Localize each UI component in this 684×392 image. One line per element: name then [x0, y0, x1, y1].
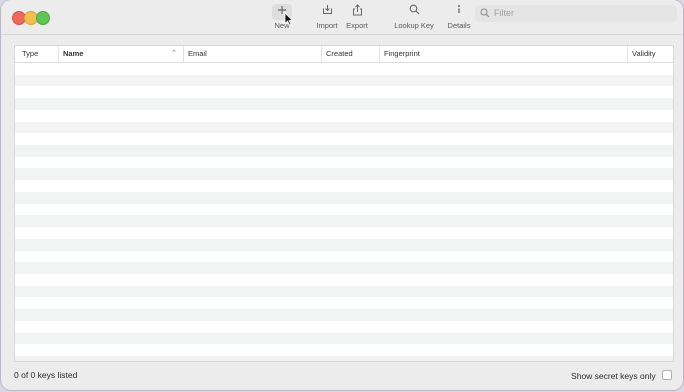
secret-keys-toggle-label: Show secret keys only — [571, 371, 656, 381]
empty-row-stripe — [15, 309, 673, 321]
empty-row-stripe — [15, 344, 673, 356]
empty-row-stripe — [15, 98, 673, 110]
import-button[interactable]: Import — [314, 4, 340, 32]
filter-placeholder: Filter — [494, 8, 514, 18]
empty-row-stripe — [15, 63, 673, 75]
empty-row-stripe — [15, 204, 673, 216]
filter-field[interactable]: Filter — [475, 5, 677, 22]
import-label: Import — [316, 21, 338, 30]
toolbar: New Import Export Lookup Key Details Fil… — [1, 0, 683, 35]
maximize-window-button[interactable] — [36, 11, 50, 25]
details-button[interactable]: Details — [445, 4, 473, 32]
table-header: Type Name ⌃ Email Created Fingerprint Va… — [15, 46, 673, 63]
empty-row-stripe — [15, 285, 673, 298]
column-header-created[interactable]: Created — [321, 46, 379, 62]
empty-row-stripe — [15, 168, 673, 181]
secret-keys-toggle[interactable]: Show secret keys only — [571, 370, 672, 381]
empty-row-stripe — [15, 180, 673, 192]
keys-table: Type Name ⌃ Email Created Fingerprint Va… — [14, 45, 674, 362]
empty-row-stripe — [15, 332, 673, 345]
app-window: New Import Export Lookup Key Details Fil… — [1, 0, 683, 390]
empty-row-stripe — [15, 297, 673, 309]
empty-row-stripe — [15, 355, 673, 361]
share-icon — [344, 4, 370, 20]
info-icon — [445, 4, 473, 20]
empty-row-stripe — [15, 274, 673, 286]
empty-row-stripe — [15, 86, 673, 98]
sort-ascending-icon: ⌃ — [171, 50, 177, 57]
export-button[interactable]: Export — [344, 4, 370, 32]
empty-row-stripe — [15, 145, 673, 157]
details-label: Details — [447, 21, 471, 30]
empty-row-stripe — [15, 262, 673, 274]
empty-row-stripe — [15, 321, 673, 333]
empty-row-stripe — [15, 110, 673, 122]
keys-count-status: 0 of 0 keys listed — [14, 370, 78, 380]
lookup-key-button[interactable]: Lookup Key — [391, 4, 437, 32]
column-header-type[interactable]: Type — [18, 46, 58, 62]
empty-row-stripe — [15, 74, 673, 87]
empty-row-stripe — [15, 227, 673, 239]
magnifier-icon — [391, 4, 437, 20]
search-icon — [480, 6, 492, 20]
empty-row-stripe — [15, 133, 673, 145]
mouse-cursor-icon — [284, 12, 294, 26]
column-header-validity[interactable]: Validity — [627, 46, 673, 62]
empty-row-stripe — [15, 157, 673, 169]
column-header-email[interactable]: Email — [183, 46, 321, 62]
secret-keys-checkbox[interactable] — [662, 370, 672, 380]
empty-row-stripe — [15, 191, 673, 204]
export-label: Export — [346, 21, 368, 30]
empty-row-stripe — [15, 251, 673, 263]
empty-row-stripe — [15, 121, 673, 134]
column-header-name-label: Name — [63, 49, 84, 58]
lookup-key-label: Lookup Key — [394, 21, 434, 30]
table-body[interactable] — [15, 63, 673, 361]
column-header-name[interactable]: Name ⌃ — [58, 46, 183, 62]
column-header-fingerprint[interactable]: Fingerprint — [379, 46, 627, 62]
empty-row-stripe — [15, 238, 673, 251]
import-tray-icon — [314, 4, 340, 20]
empty-row-stripe — [15, 215, 673, 228]
